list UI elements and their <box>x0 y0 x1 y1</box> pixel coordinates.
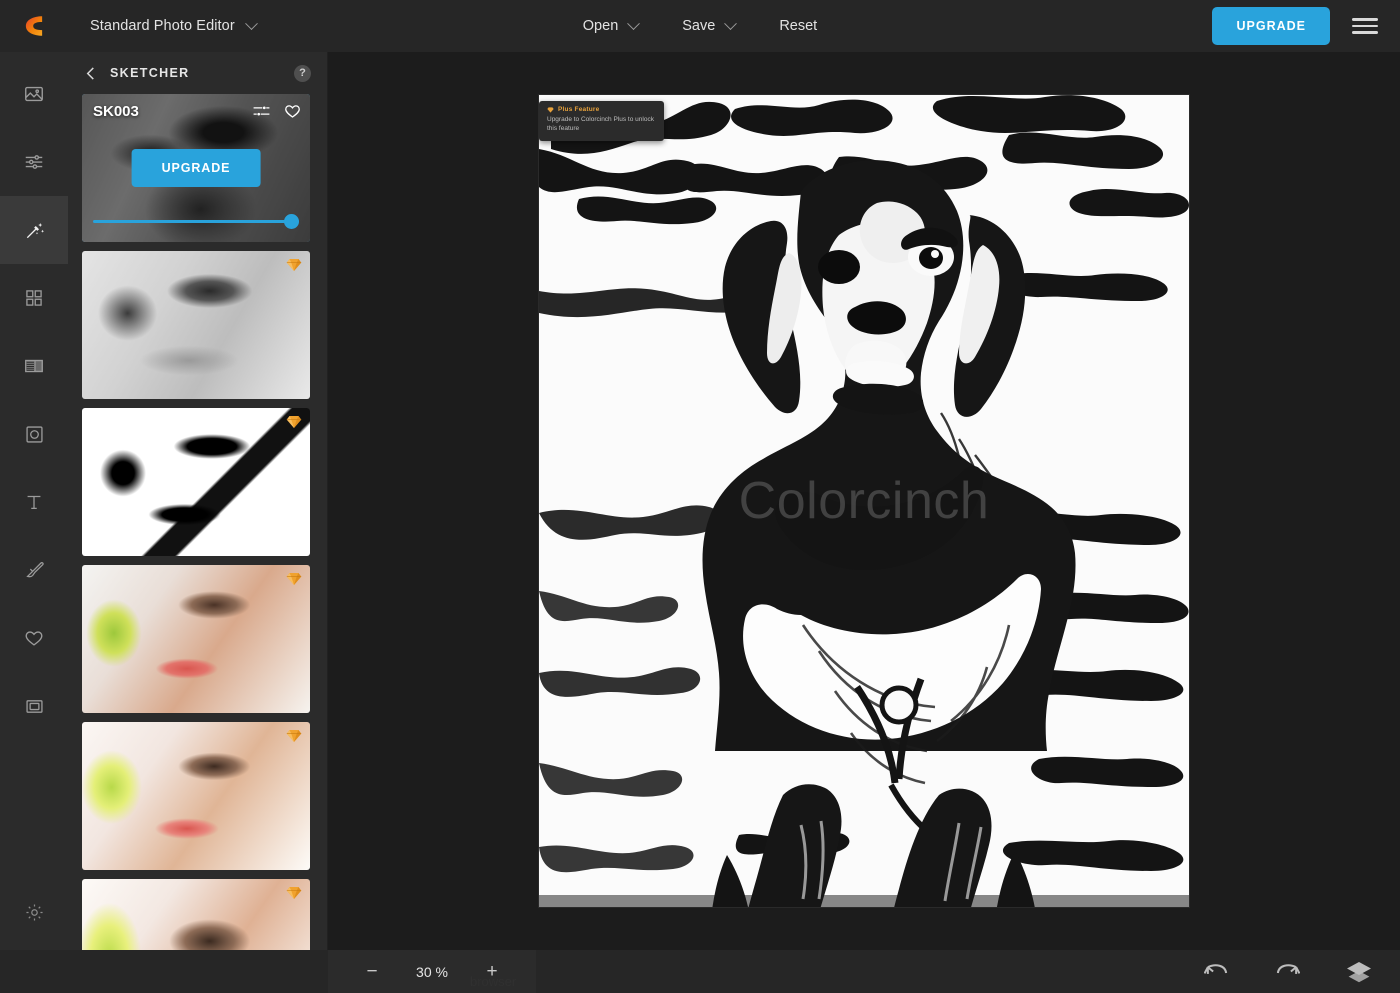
preset-item-4[interactable] <box>82 565 310 713</box>
workspace-name: Standard Photo Editor <box>90 18 235 34</box>
tooltip-header: Plus Feature <box>547 106 656 113</box>
save-menu-label: Save <box>682 18 716 34</box>
sliders-icon <box>25 155 43 169</box>
plus-feature-tooltip: Plus Feature Upgrade to Colorcinch Plus … <box>539 101 664 141</box>
redo-button[interactable] <box>1275 962 1300 982</box>
magic-wand-icon <box>26 222 44 238</box>
tooltip-body: Upgrade to Colorcinch Plus to unlock thi… <box>547 116 654 133</box>
reset-label: Reset <box>779 18 818 34</box>
preset-list: SK003 UPGRADE <box>68 94 327 950</box>
artwork-sketch-dog <box>539 95 1189 907</box>
camera-icon <box>25 425 43 443</box>
preset-item-3[interactable] <box>82 408 310 556</box>
preset-upgrade-button[interactable]: UPGRADE <box>131 149 261 187</box>
premium-gem-icon <box>286 259 302 271</box>
top-bar: Standard Photo Editor Open Save Reset UP… <box>0 0 1400 52</box>
open-menu-button[interactable]: Open <box>561 11 660 41</box>
collage-icon <box>25 359 43 373</box>
undo-icon <box>1204 963 1228 974</box>
panel-header: SKETCHER ? <box>68 52 327 94</box>
image-canvas[interactable]: Colorcinch Plus Feature Upgrade to Color… <box>539 95 1189 907</box>
save-menu-button[interactable]: Save <box>660 11 757 41</box>
app-root: Standard Photo Editor Open Save Reset UP… <box>0 0 1400 993</box>
premium-gem-icon <box>286 416 302 428</box>
zoom-controls: − 30 % + <box>328 950 536 993</box>
gear-icon <box>25 903 43 921</box>
slider-track <box>93 220 299 223</box>
zoom-in-button[interactable]: + <box>482 962 502 982</box>
upgrade-button[interactable]: UPGRADE <box>1212 7 1330 45</box>
sliders-icon[interactable] <box>252 103 271 119</box>
text-icon <box>27 495 41 510</box>
sidebar-item-brush[interactable] <box>0 536 68 604</box>
hamburger-menu-icon[interactable] <box>1352 16 1378 36</box>
sidebar-item-border[interactable] <box>0 672 68 740</box>
sidebar-item-settings[interactable] <box>0 874 68 950</box>
sidebar-item-photo[interactable] <box>0 60 68 128</box>
preset-item-6[interactable] <box>82 879 310 950</box>
sketcher-panel: SKETCHER ? SK003 UPGRADE <box>68 52 328 950</box>
preset-thumbnail <box>82 408 310 556</box>
grid-icon <box>26 290 42 306</box>
heart-icon[interactable] <box>283 102 302 120</box>
heart-icon <box>25 631 43 646</box>
top-bar-right: UPGRADE <box>1212 7 1400 45</box>
redo-icon <box>1276 963 1300 974</box>
preset-tools <box>252 102 302 120</box>
open-menu-label: Open <box>582 18 619 34</box>
sidebar-item-frames[interactable] <box>0 332 68 400</box>
tooltip-title: Plus Feature <box>558 106 600 113</box>
sidebar-item-text[interactable] <box>0 468 68 536</box>
brush-icon <box>26 562 44 578</box>
preset-thumbnail <box>82 565 310 713</box>
preset-thumbnail <box>82 879 310 950</box>
panel-title: SKETCHER <box>110 66 190 80</box>
preset-item-sk003[interactable]: SK003 UPGRADE <box>82 94 310 242</box>
layers-icon <box>1347 961 1371 982</box>
brand-logo[interactable] <box>0 0 68 52</box>
preset-thumbnail <box>82 722 310 870</box>
preset-intensity-slider[interactable] <box>93 214 299 229</box>
sidebar-item-overlays[interactable] <box>0 264 68 332</box>
panel-back-button[interactable] <box>82 65 98 81</box>
premium-gem-icon <box>286 573 302 585</box>
undo-button[interactable] <box>1204 962 1229 982</box>
help-icon[interactable]: ? <box>294 64 311 82</box>
workspace-selector[interactable]: Standard Photo Editor <box>90 16 258 34</box>
preset-name: SK003 <box>93 103 139 120</box>
sidebar-item-effects[interactable] <box>0 196 68 264</box>
chevron-left-icon <box>86 66 94 80</box>
premium-gem-icon <box>286 887 302 899</box>
slider-knob[interactable] <box>284 214 299 229</box>
rail-spacer <box>0 740 68 874</box>
canvas-stage[interactable]: Colorcinch Plus Feature Upgrade to Color… <box>328 52 1400 950</box>
main-area: SKETCHER ? SK003 UPGRADE Colorcinch Plus… <box>0 52 1400 950</box>
sidebar-item-adjust[interactable] <box>0 128 68 196</box>
chevron-down-icon <box>244 16 258 30</box>
colorcinch-logo-icon <box>25 16 43 36</box>
chevron-down-icon <box>724 16 738 30</box>
premium-gem-icon <box>547 106 554 113</box>
zoom-level-value: 30 % <box>416 963 448 980</box>
reset-button[interactable]: Reset <box>757 11 839 41</box>
frame-icon <box>25 699 43 713</box>
chevron-down-icon <box>627 16 641 30</box>
tool-rail <box>0 52 68 950</box>
preset-item-2[interactable] <box>82 251 310 399</box>
image-icon <box>25 86 43 102</box>
sidebar-item-favorites[interactable] <box>0 604 68 672</box>
zoom-out-button[interactable]: − <box>362 962 382 982</box>
layers-button[interactable] <box>1346 960 1372 984</box>
sidebar-item-vignette[interactable] <box>0 400 68 468</box>
bottom-bar: − 30 % + browser <box>0 950 1400 993</box>
history-controls <box>1204 960 1400 984</box>
premium-gem-icon <box>286 730 302 742</box>
preset-thumbnail <box>82 251 310 399</box>
preset-item-5[interactable] <box>82 722 310 870</box>
